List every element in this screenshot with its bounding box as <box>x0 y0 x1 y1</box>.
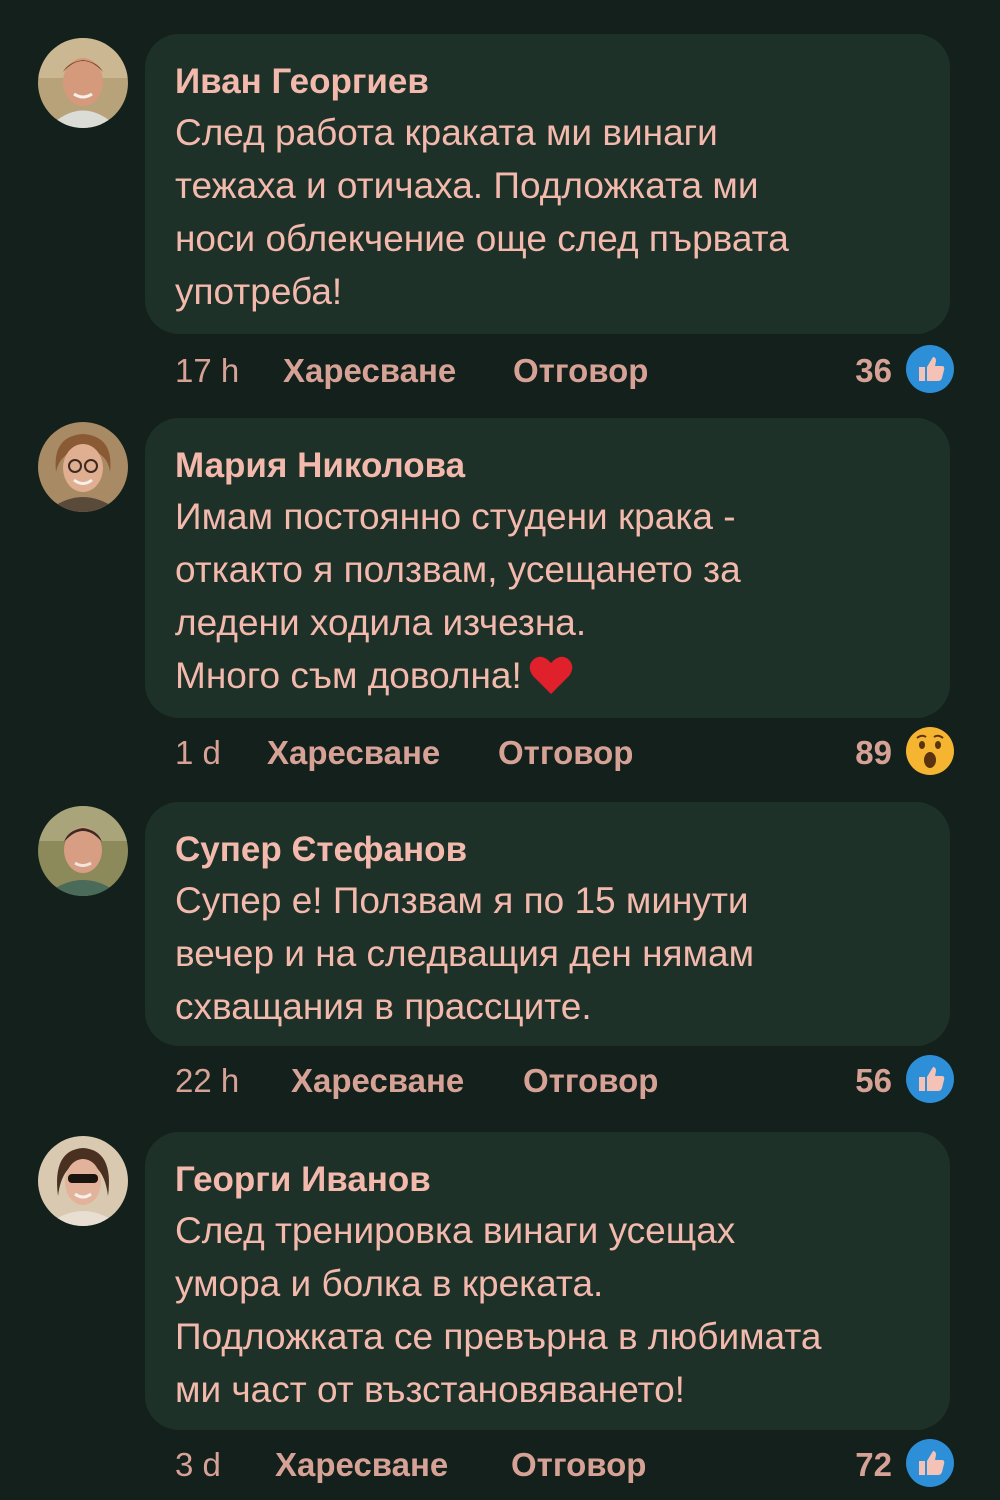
comment-author[interactable]: Супер Єтефанов <box>175 830 920 870</box>
reply-button[interactable]: Отговор <box>498 734 633 772</box>
comment-text-line: вечер и на следващия ден нямам <box>175 933 755 974</box>
comment-actions: 3 d Харесване Отговор 72 <box>175 1438 960 1488</box>
avatar-photo-icon <box>38 38 128 128</box>
comment-actions: 22 h Харесване Отговор 56 <box>175 1054 960 1104</box>
thumbs-up-icon[interactable] <box>905 1054 955 1104</box>
thumbs-up-icon[interactable] <box>905 344 955 394</box>
comment-text-line: ледени ходила изчезна. <box>175 602 587 643</box>
avatar[interactable] <box>38 38 128 128</box>
comment-time[interactable]: 22 h <box>175 1062 239 1100</box>
reaction-count[interactable]: 36 <box>855 352 892 390</box>
comment-time[interactable]: 1 d <box>175 734 221 772</box>
avatar[interactable] <box>38 1136 128 1226</box>
comment-text-line: Подложката се превърна в любимата <box>175 1316 822 1357</box>
wow-face-icon[interactable] <box>905 726 955 776</box>
comment-time[interactable]: 3 d <box>175 1446 221 1484</box>
comment-text-line: тежаха и отичаха. Подложката ми <box>175 165 759 206</box>
comment-bubble: Георги Иванов След тренировка винаги усе… <box>145 1132 950 1430</box>
comment-bubble: Супер Єтефанов Супер е! Ползвам я по 15 … <box>145 802 950 1046</box>
thumbs-up-icon[interactable] <box>905 1438 955 1488</box>
reaction-count[interactable]: 56 <box>855 1062 892 1100</box>
like-button[interactable]: Харесване <box>283 352 456 390</box>
comment-author[interactable]: Мария Николова <box>175 446 920 486</box>
avatar-photo-icon <box>38 1136 128 1226</box>
comment-bubble: Мария Николова Имам постоянно студени кр… <box>145 418 950 718</box>
like-button[interactable]: Харесване <box>291 1062 464 1100</box>
avatar-photo-icon <box>38 806 128 896</box>
comment-text-line: носи облекчение още след първата <box>175 218 789 259</box>
comment-actions: 1 d Харесване Отговор 89 <box>175 726 960 776</box>
comment-bubble: Иван Георгиев След работа краката ми вин… <box>145 34 950 334</box>
reply-button[interactable]: Отговор <box>511 1446 646 1484</box>
comment-text-line: откакто я ползвам, усещането за <box>175 549 741 590</box>
comment-text-line: ми част от възстановяването! <box>175 1369 685 1410</box>
comment-text-line: Имам постоянно студени крака - <box>175 496 736 537</box>
avatar-photo-icon <box>38 422 128 512</box>
like-button[interactable]: Харесване <box>275 1446 448 1484</box>
comment-text-line: След работа краката ми винаги <box>175 112 718 153</box>
comment-text-line: употреба! <box>175 271 343 312</box>
comment-actions: 17 h Харесване Отговор 36 <box>175 344 960 394</box>
comment-text-line: Супер е! Ползвам я по 15 минути <box>175 880 749 921</box>
comment-author[interactable]: Иван Георгиев <box>175 62 920 102</box>
reaction-count[interactable]: 72 <box>855 1446 892 1484</box>
like-button[interactable]: Харесване <box>267 734 440 772</box>
comment-time[interactable]: 17 h <box>175 352 239 390</box>
avatar[interactable] <box>38 422 128 512</box>
reaction-count[interactable]: 89 <box>855 734 892 772</box>
comment-author[interactable]: Георги Иванов <box>175 1160 920 1200</box>
reply-button[interactable]: Отговор <box>513 352 648 390</box>
comment-text-line: Много съм доволна! <box>175 649 920 702</box>
comment-text-line: схващания в прассците. <box>175 986 592 1027</box>
avatar[interactable] <box>38 806 128 896</box>
comment-text-line: умора и болка в креката. <box>175 1263 604 1304</box>
comment-text-line: След тренировка винаги усещах <box>175 1210 736 1251</box>
comment-text-segment: Много съм доволна! <box>175 655 522 696</box>
heart-icon <box>529 656 573 695</box>
reply-button[interactable]: Отговор <box>523 1062 658 1100</box>
